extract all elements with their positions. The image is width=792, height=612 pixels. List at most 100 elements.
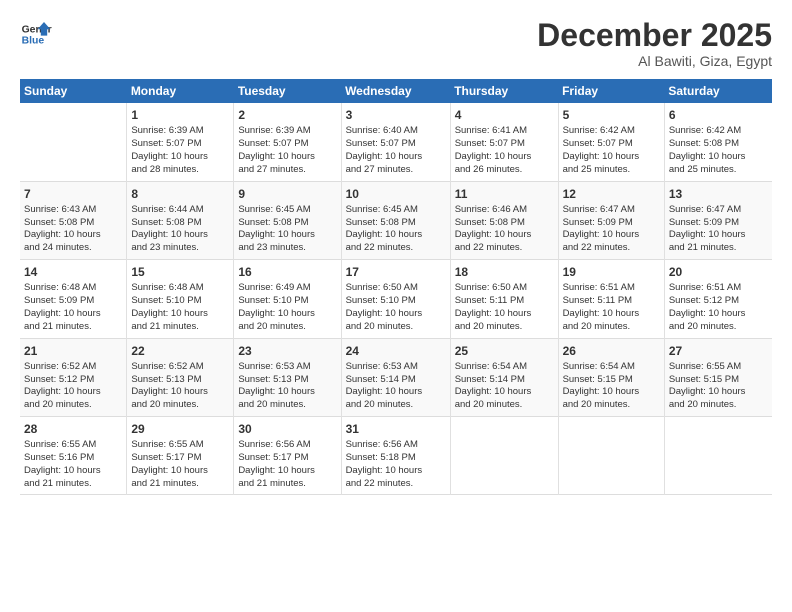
calendar-cell: 2 Sunrise: 6:39 AM Sunset: 5:07 PM Daylig… (234, 103, 341, 181)
day-number: 13 (669, 186, 768, 202)
calendar-cell: 21 Sunrise: 6:52 AM Sunset: 5:12 PM Dayli… (20, 338, 127, 416)
weekday-header-cell: Wednesday (341, 79, 450, 103)
day-info: Sunrise: 6:46 AM Sunset: 5:08 PM Dayligh… (455, 204, 554, 255)
day-info: Sunrise: 6:55 AM Sunset: 5:17 PM Dayligh… (131, 439, 229, 490)
calendar-cell: 29 Sunrise: 6:55 AM Sunset: 5:17 PM Dayli… (127, 416, 234, 494)
calendar-cell (20, 103, 127, 181)
calendar-cell: 6 Sunrise: 6:42 AM Sunset: 5:08 PM Daylig… (664, 103, 772, 181)
calendar-week-row: 1 Sunrise: 6:39 AM Sunset: 5:07 PM Daylig… (20, 103, 772, 181)
day-number: 14 (24, 264, 122, 280)
day-info: Sunrise: 6:56 AM Sunset: 5:17 PM Dayligh… (238, 439, 336, 490)
logo-icon: General Blue (20, 18, 52, 50)
calendar-cell: 9 Sunrise: 6:45 AM Sunset: 5:08 PM Daylig… (234, 181, 341, 259)
calendar-cell: 15 Sunrise: 6:48 AM Sunset: 5:10 PM Dayli… (127, 260, 234, 338)
day-info: Sunrise: 6:51 AM Sunset: 5:12 PM Dayligh… (669, 282, 768, 333)
day-number: 6 (669, 107, 768, 123)
day-info: Sunrise: 6:54 AM Sunset: 5:15 PM Dayligh… (563, 361, 660, 412)
calendar-week-row: 7 Sunrise: 6:43 AM Sunset: 5:08 PM Daylig… (20, 181, 772, 259)
day-info: Sunrise: 6:50 AM Sunset: 5:10 PM Dayligh… (346, 282, 446, 333)
day-info: Sunrise: 6:52 AM Sunset: 5:12 PM Dayligh… (24, 361, 122, 412)
day-number: 8 (131, 186, 229, 202)
calendar-week-row: 28 Sunrise: 6:55 AM Sunset: 5:16 PM Dayli… (20, 416, 772, 494)
day-number: 29 (131, 421, 229, 437)
day-info: Sunrise: 6:51 AM Sunset: 5:11 PM Dayligh… (563, 282, 660, 333)
day-info: Sunrise: 6:54 AM Sunset: 5:14 PM Dayligh… (455, 361, 554, 412)
day-number: 28 (24, 421, 122, 437)
weekday-header-cell: Saturday (664, 79, 772, 103)
day-number: 23 (238, 343, 336, 359)
day-info: Sunrise: 6:45 AM Sunset: 5:08 PM Dayligh… (346, 204, 446, 255)
day-number: 11 (455, 186, 554, 202)
day-info: Sunrise: 6:48 AM Sunset: 5:10 PM Dayligh… (131, 282, 229, 333)
day-number: 17 (346, 264, 446, 280)
day-number: 30 (238, 421, 336, 437)
calendar-cell: 10 Sunrise: 6:45 AM Sunset: 5:08 PM Dayli… (341, 181, 450, 259)
day-number: 22 (131, 343, 229, 359)
calendar-cell: 18Sunrise: 6:50 AM Sunset: 5:11 PM Dayli… (450, 260, 558, 338)
day-info: Sunrise: 6:42 AM Sunset: 5:08 PM Dayligh… (669, 125, 768, 176)
day-info: Sunrise: 6:50 AM Sunset: 5:11 PM Dayligh… (455, 282, 554, 333)
calendar-cell: 14 Sunrise: 6:48 AM Sunset: 5:09 PM Dayli… (20, 260, 127, 338)
calendar-cell: 26 Sunrise: 6:54 AM Sunset: 5:15 PM Dayli… (558, 338, 664, 416)
day-number: 7 (24, 186, 122, 202)
day-number: 10 (346, 186, 446, 202)
calendar-cell: 23 Sunrise: 6:53 AM Sunset: 5:13 PM Dayli… (234, 338, 341, 416)
day-info: Sunrise: 6:49 AM Sunset: 5:10 PM Dayligh… (238, 282, 336, 333)
day-number: 16 (238, 264, 336, 280)
day-info: Sunrise: 6:55 AM Sunset: 5:15 PM Dayligh… (669, 361, 768, 412)
calendar-cell: 24 Sunrise: 6:53 AM Sunset: 5:14 PM Dayli… (341, 338, 450, 416)
day-number: 2 (238, 107, 336, 123)
day-info: Sunrise: 6:53 AM Sunset: 5:14 PM Dayligh… (346, 361, 446, 412)
day-info: Sunrise: 6:56 AM Sunset: 5:18 PM Dayligh… (346, 439, 446, 490)
day-info: Sunrise: 6:41 AM Sunset: 5:07 PM Dayligh… (455, 125, 554, 176)
weekday-header-row: SundayMondayTuesdayWednesdayThursdayFrid… (20, 79, 772, 103)
calendar-cell: 30 Sunrise: 6:56 AM Sunset: 5:17 PM Dayli… (234, 416, 341, 494)
header: General Blue December 2025 Al Bawiti, Gi… (20, 18, 772, 69)
day-number: 21 (24, 343, 122, 359)
day-info: Sunrise: 6:53 AM Sunset: 5:13 PM Dayligh… (238, 361, 336, 412)
day-info: Sunrise: 6:40 AM Sunset: 5:07 PM Dayligh… (346, 125, 446, 176)
subtitle: Al Bawiti, Giza, Egypt (537, 53, 772, 69)
day-info: Sunrise: 6:44 AM Sunset: 5:08 PM Dayligh… (131, 204, 229, 255)
weekday-header-cell: Tuesday (234, 79, 341, 103)
day-number: 19 (563, 264, 660, 280)
weekday-header-cell: Monday (127, 79, 234, 103)
day-number: 24 (346, 343, 446, 359)
calendar-cell: 20Sunrise: 6:51 AM Sunset: 5:12 PM Dayli… (664, 260, 772, 338)
calendar-cell: 12Sunrise: 6:47 AM Sunset: 5:09 PM Dayli… (558, 181, 664, 259)
calendar-cell: 16 Sunrise: 6:49 AM Sunset: 5:10 PM Dayli… (234, 260, 341, 338)
calendar-cell: 1 Sunrise: 6:39 AM Sunset: 5:07 PM Daylig… (127, 103, 234, 181)
calendar-cell: 5Sunrise: 6:42 AM Sunset: 5:07 PM Daylig… (558, 103, 664, 181)
calendar-cell: 11 Sunrise: 6:46 AM Sunset: 5:08 PM Dayli… (450, 181, 558, 259)
calendar-cell: 3Sunrise: 6:40 AM Sunset: 5:07 PM Daylig… (341, 103, 450, 181)
calendar-cell: 19 Sunrise: 6:51 AM Sunset: 5:11 PM Dayli… (558, 260, 664, 338)
day-info: Sunrise: 6:39 AM Sunset: 5:07 PM Dayligh… (131, 125, 229, 176)
calendar-cell (558, 416, 664, 494)
calendar-cell: 25 Sunrise: 6:54 AM Sunset: 5:14 PM Dayli… (450, 338, 558, 416)
day-info: Sunrise: 6:39 AM Sunset: 5:07 PM Dayligh… (238, 125, 336, 176)
day-number: 15 (131, 264, 229, 280)
weekday-header-cell: Friday (558, 79, 664, 103)
calendar-table: SundayMondayTuesdayWednesdayThursdayFrid… (20, 79, 772, 495)
calendar-cell: 22Sunrise: 6:52 AM Sunset: 5:13 PM Dayli… (127, 338, 234, 416)
day-number: 26 (563, 343, 660, 359)
calendar-cell: 31Sunrise: 6:56 AM Sunset: 5:18 PM Dayli… (341, 416, 450, 494)
day-info: Sunrise: 6:55 AM Sunset: 5:16 PM Dayligh… (24, 439, 122, 490)
logo: General Blue (20, 18, 52, 50)
day-number: 1 (131, 107, 229, 123)
day-info: Sunrise: 6:48 AM Sunset: 5:09 PM Dayligh… (24, 282, 122, 333)
calendar-week-row: 14 Sunrise: 6:48 AM Sunset: 5:09 PM Dayli… (20, 260, 772, 338)
day-info: Sunrise: 6:42 AM Sunset: 5:07 PM Dayligh… (563, 125, 660, 176)
calendar-cell: 13 Sunrise: 6:47 AM Sunset: 5:09 PM Dayli… (664, 181, 772, 259)
main-title: December 2025 (537, 18, 772, 53)
calendar-body: 1 Sunrise: 6:39 AM Sunset: 5:07 PM Daylig… (20, 103, 772, 495)
day-info: Sunrise: 6:43 AM Sunset: 5:08 PM Dayligh… (24, 204, 122, 255)
calendar-cell: 17 Sunrise: 6:50 AM Sunset: 5:10 PM Dayli… (341, 260, 450, 338)
day-number: 9 (238, 186, 336, 202)
day-number: 12 (563, 186, 660, 202)
day-number: 25 (455, 343, 554, 359)
day-info: Sunrise: 6:45 AM Sunset: 5:08 PM Dayligh… (238, 204, 336, 255)
svg-text:Blue: Blue (22, 36, 45, 47)
calendar-cell: 8 Sunrise: 6:44 AM Sunset: 5:08 PM Daylig… (127, 181, 234, 259)
day-info: Sunrise: 6:47 AM Sunset: 5:09 PM Dayligh… (669, 204, 768, 255)
